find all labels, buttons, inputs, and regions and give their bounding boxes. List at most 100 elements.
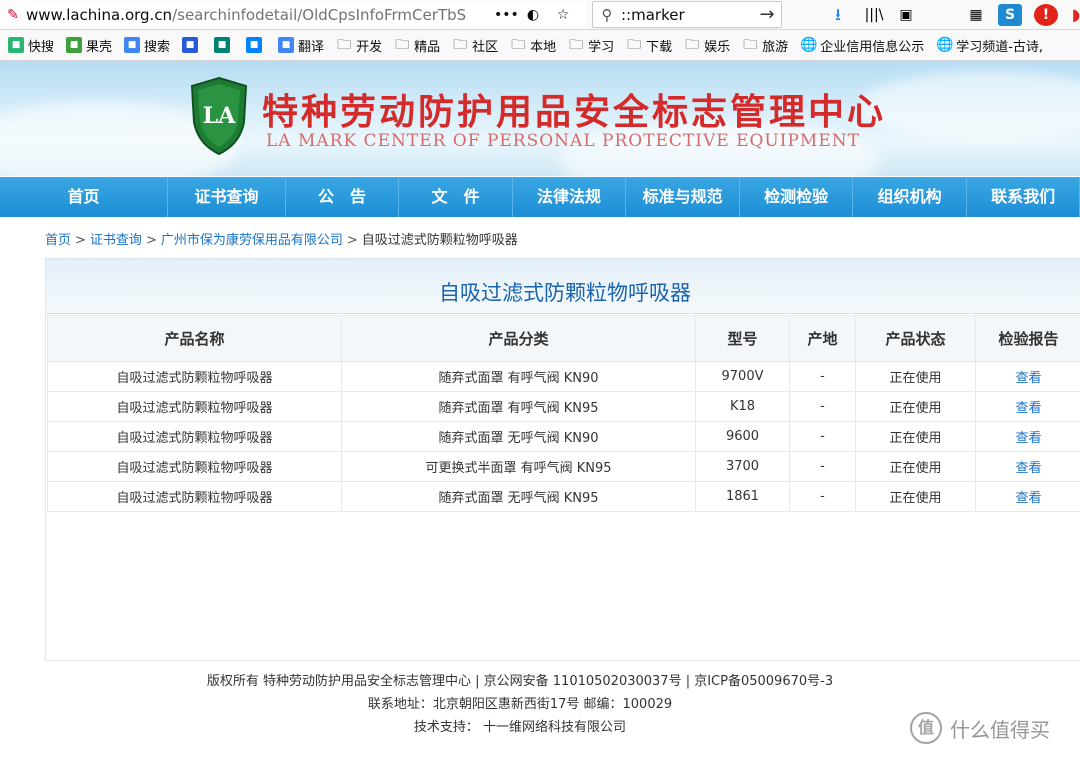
table-cell: - <box>789 481 856 512</box>
nav-item[interactable]: 证书查询 <box>168 177 287 217</box>
bookmark-item[interactable]: 🌐 学习频道-古诗, <box>936 36 1043 55</box>
bookmark-item[interactable]: 🗀 开发 <box>336 36 382 55</box>
breadcrumb-company[interactable]: 广州市保为康劳保用品有限公司 <box>161 233 343 248</box>
bookmark-item[interactable]: 🗀 娱乐 <box>684 36 730 55</box>
bookmarks-toolbar: ■ 快搜 ■ 果壳 ■ 搜索 ■ ■ ■ ■ 翻译 🗀 开发 🗀 精品 🗀 社区 🗀 本地 🗀 学习 🗀 下载 🗀 娱乐 🗀 旅游 🌐… <box>0 30 1080 61</box>
breadcrumb-cert-query[interactable]: 证书查询 <box>90 233 142 248</box>
table-cell: 查看 <box>975 481 1080 512</box>
address-bar[interactable]: ✎ www.lachina.org.cn/searchinfodetail/Ol… <box>0 1 586 28</box>
table-cell: 自吸过滤式防颗粒物呼吸器 <box>47 421 342 452</box>
url-path: /searchinfodetail/OldCpsInfoFrmCerTbS <box>172 5 466 24</box>
folder-icon: 🗀 <box>685 37 700 53</box>
library-icon[interactable]: |||\ <box>862 4 886 26</box>
bookmark-item[interactable]: ■ 快搜 <box>8 36 54 55</box>
bookmark-label: 企业信用信息公示 <box>820 39 925 55</box>
nav-item[interactable]: 首页 <box>0 177 168 217</box>
table-cell: 正在使用 <box>855 451 976 482</box>
column-header: 产地 <box>789 315 856 362</box>
bookmark-item[interactable]: 🗀 本地 <box>510 36 556 55</box>
site-footer: 版权所有 特种劳动防护用品安全标志管理中心 | 京公网安备 1101050203… <box>0 670 1040 739</box>
bookmark-item[interactable]: ■ 翻译 <box>278 36 324 55</box>
breadcrumb-current: 自吸过滤式防颗粒物呼吸器 <box>361 233 518 248</box>
guoke-icon: ■ <box>66 37 83 53</box>
url-text[interactable]: www.lachina.org.cn/searchinfodetail/OldC… <box>26 6 466 24</box>
search-go-arrow-icon[interactable]: → <box>753 4 781 25</box>
bookmark-star-icon[interactable]: ☆ <box>552 4 574 26</box>
bookmark-item[interactable]: ■ <box>246 37 266 53</box>
product-panel: 自吸过滤式防颗粒物呼吸器 产品名称 产品分类 型号 产地 产品状态 检验报告 自吸过滤式防… <box>45 258 1080 661</box>
bookmark-item[interactable]: 🗀 旅游 <box>742 36 788 55</box>
extension-shield-icon[interactable]: ! <box>1034 4 1058 26</box>
site-subtitle: LA MARK CENTER OF PERSONAL PROTECTIVE EQ… <box>266 131 860 151</box>
nav-item[interactable]: 组织机构 <box>853 177 968 217</box>
bookmark-item[interactable]: 🗀 下载 <box>626 36 672 55</box>
search-input[interactable]: ::marker <box>621 6 753 24</box>
table-cell: 9600 <box>695 421 790 452</box>
table-cell: 可更换式半面罩 有呼气阀 KN95 <box>341 451 696 482</box>
insecure-connection-icon[interactable]: ✎ <box>0 7 26 23</box>
nav-item[interactable]: 联系我们 <box>967 177 1080 217</box>
bookmark-item[interactable]: ■ 搜索 <box>124 36 170 55</box>
view-report-link[interactable]: 查看 <box>1015 491 1041 506</box>
table-cell: 自吸过滤式防颗粒物呼吸器 <box>47 451 342 482</box>
bookmark-label: 搜索 <box>144 39 171 55</box>
table-header-row: 产品名称 产品分类 型号 产地 产品状态 检验报告 <box>47 315 1080 362</box>
folder-icon: 🗀 <box>627 37 642 53</box>
column-header: 型号 <box>695 315 790 362</box>
bookmark-label: 快搜 <box>28 39 55 55</box>
bookmark-label: 果壳 <box>86 39 113 55</box>
search-box[interactable]: ⚲ ::marker → <box>592 1 782 28</box>
bookmark-item[interactable]: 🗀 精品 <box>394 36 440 55</box>
table-cell: 3700 <box>695 451 790 482</box>
watermark-logo-icon: 值 <box>910 712 942 744</box>
watermark: 值 什么值得买 <box>910 712 1050 744</box>
table-cell: 查看 <box>975 361 1080 392</box>
bookmark-item[interactable]: ■ 果壳 <box>66 36 112 55</box>
bookmark-label: 翻译 <box>298 39 325 55</box>
table-row: 自吸过滤式防颗粒物呼吸器 随弃式面罩 无呼气阀 KN90 9600- 正在使用 查看 <box>47 421 1080 452</box>
nav-item[interactable]: 标准与规范 <box>626 177 741 217</box>
logo-text: LA <box>203 103 236 129</box>
bookmark-label: 本地 <box>530 39 557 55</box>
bookmark-label: 娱乐 <box>704 39 731 55</box>
extension-s-icon[interactable]: S <box>998 4 1022 26</box>
extension-grid-icon[interactable]: ▦ <box>964 4 988 26</box>
url-domain: www.lachina.org.cn <box>26 5 173 24</box>
view-report-link[interactable]: 查看 <box>1015 431 1041 446</box>
nav-item[interactable]: 法律法规 <box>513 177 626 217</box>
nav-item[interactable]: 文 件 <box>399 177 514 217</box>
bookmark-label: 学习频道-古诗, <box>956 39 1044 55</box>
bookmark-label: 学习 <box>588 39 615 55</box>
la-logo-shield-icon: LA <box>190 76 248 156</box>
view-report-link[interactable]: 查看 <box>1015 461 1041 476</box>
table-row: 自吸过滤式防颗粒物呼吸器 随弃式面罩 有呼气阀 KN95 K18- 正在使用 查看 <box>47 391 1080 422</box>
footer-copyright: 版权所有 特种劳动防护用品安全标志管理中心 | 京公网安备 1101050203… <box>206 674 834 689</box>
downloads-icon[interactable]: ⭳ <box>826 4 850 26</box>
table-cell: - <box>789 421 856 452</box>
column-header: 产品分类 <box>341 315 696 362</box>
bookmark-item[interactable]: ■ <box>182 37 202 53</box>
page-actions-icon[interactable]: ••• <box>494 4 519 26</box>
watermark-text: 什么值得买 <box>950 717 1050 742</box>
table-cell: 查看 <box>975 421 1080 452</box>
pocket-icon[interactable]: ◐ <box>522 4 544 26</box>
view-report-link[interactable]: 查看 <box>1015 401 1041 416</box>
nav-item[interactable]: 检测检验 <box>740 177 853 217</box>
bookmark-item[interactable]: 🗀 社区 <box>452 36 498 55</box>
bookmark-item[interactable]: 🗀 学习 <box>568 36 614 55</box>
translate-icon: ■ <box>278 37 295 53</box>
sidebar-icon[interactable]: ▣ <box>894 4 918 26</box>
bookmark-item[interactable]: ■ <box>214 37 234 53</box>
view-report-link[interactable]: 查看 <box>1015 371 1041 386</box>
footer-tech-support: 技术支持： 十一维网络科技有限公司 <box>413 720 627 735</box>
panel-title: 自吸过滤式防颗粒物呼吸器 <box>46 259 1080 314</box>
breadcrumb: 首页 > 证书查询 > 广州市保为康劳保用品有限公司 > 自吸过滤式防颗粒物呼吸器 <box>45 233 518 248</box>
table-cell: 正在使用 <box>855 421 976 452</box>
bookmark-label: 精品 <box>414 39 441 55</box>
bookmark-item[interactable]: 🌐 企业信用信息公示 <box>800 36 924 55</box>
bookmark-label: 旅游 <box>762 39 789 55</box>
extension-red-icon[interactable]: ◗ <box>1064 4 1080 26</box>
breadcrumb-home[interactable]: 首页 <box>45 233 71 248</box>
nav-item[interactable]: 公 告 <box>286 177 399 217</box>
bookmark-label: 开发 <box>356 39 383 55</box>
